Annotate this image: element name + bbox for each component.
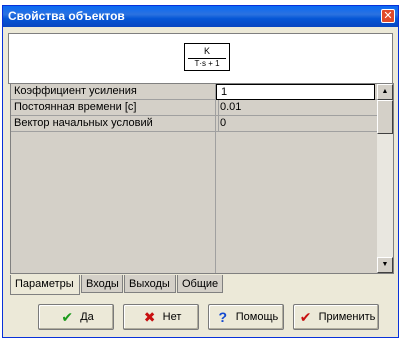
tab-general[interactable]: Общие xyxy=(177,275,223,293)
help-button[interactable]: ? Помощь xyxy=(208,304,284,330)
property-row[interactable]: Вектор начальных условий 0 xyxy=(11,116,377,132)
formula-preview: K T·s + 1 xyxy=(8,33,393,84)
property-row[interactable]: Коэффициент усиления 1 xyxy=(11,84,377,100)
scroll-down-button[interactable]: ▼ xyxy=(377,257,393,273)
formula-denominator: T·s + 1 xyxy=(194,59,220,68)
arrow-up-icon: ▲ xyxy=(381,88,389,95)
tab-outputs[interactable]: Выходы xyxy=(124,275,176,293)
property-name: Коэффициент усиления xyxy=(11,84,219,99)
help-label: Помощь xyxy=(235,311,279,323)
property-value[interactable]: 0.01 xyxy=(216,100,379,115)
cancel-button[interactable]: ✖ Нет xyxy=(123,304,199,330)
scroll-thumb[interactable] xyxy=(377,100,393,134)
cross-icon: ✖ xyxy=(143,309,156,326)
column-divider[interactable] xyxy=(215,84,216,273)
property-grid: Коэффициент усиления 1 Постоянная времен… xyxy=(10,83,394,274)
property-name: Вектор начальных условий xyxy=(11,116,219,131)
title-bar[interactable]: Свойства объектов ✕ xyxy=(3,6,398,27)
property-name: Постоянная времени [c] xyxy=(11,100,219,115)
checkmark-icon: ✔ xyxy=(299,309,312,326)
checkmark-icon: ✔ xyxy=(61,309,74,326)
property-row[interactable]: Постоянная времени [c] 0.01 xyxy=(11,100,377,116)
vertical-scrollbar[interactable]: ▲ ▼ xyxy=(377,84,393,273)
tab-parameters[interactable]: Параметры xyxy=(10,275,80,295)
apply-button[interactable]: ✔ Применить xyxy=(293,304,379,330)
property-value-input[interactable]: 1 xyxy=(216,84,375,100)
window-title: Свойства объектов xyxy=(8,9,125,23)
ok-button[interactable]: ✔ Да xyxy=(38,304,114,330)
cancel-label: Нет xyxy=(162,311,182,323)
scroll-up-button[interactable]: ▲ xyxy=(377,84,393,100)
close-button[interactable]: ✕ xyxy=(381,9,395,23)
formula-numerator: K xyxy=(203,46,210,56)
ok-label: Да xyxy=(80,311,94,323)
question-icon: ? xyxy=(218,309,228,326)
arrow-down-icon: ▼ xyxy=(381,261,389,268)
tab-inputs[interactable]: Входы xyxy=(81,275,123,293)
apply-label: Применить xyxy=(318,311,376,323)
transfer-function-block: K T·s + 1 xyxy=(184,43,230,71)
close-icon: ✕ xyxy=(383,10,393,22)
property-value[interactable]: 0 xyxy=(216,116,379,131)
